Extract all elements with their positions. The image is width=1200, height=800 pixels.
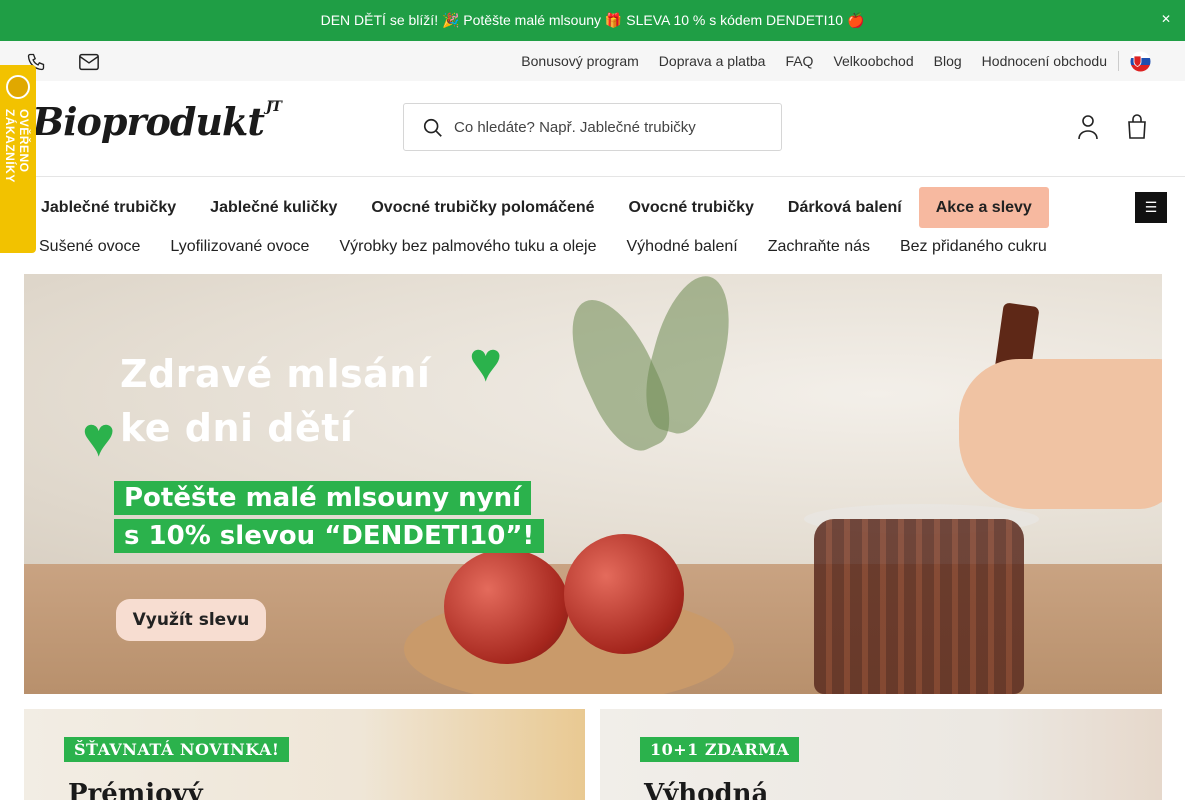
logo-text: Bioprodukt <box>32 99 265 144</box>
apple-image <box>564 534 684 654</box>
search-box <box>403 103 782 151</box>
link-shipping-payment[interactable]: Doprava a platba <box>659 53 766 69</box>
primary-nav: Jablečné trubičky Jablečné kuličky Ovocn… <box>24 187 1049 228</box>
nav-dried-fruit[interactable]: Sušené ovoce <box>24 238 155 256</box>
link-shop-reviews[interactable]: Hodnocení obchodu <box>982 53 1107 69</box>
hero-tagline-2: s 10% slevou “DENDETI10”! <box>114 519 545 553</box>
utility-bar: Bonusový program Doprava a platba FAQ Ve… <box>0 41 1185 81</box>
promo-banner-10-plus-1[interactable]: 10+1 ZDARMA Výhodná <box>600 709 1162 800</box>
flag-sk-icon[interactable] <box>1130 51 1151 77</box>
nav-fruit-tubes[interactable]: Ovocné trubičky <box>612 187 771 228</box>
close-icon[interactable]: ✕ <box>1161 12 1171 26</box>
link-wholesale[interactable]: Velkoobchod <box>833 53 913 69</box>
hero-title-line2: ke dni dětí <box>120 406 354 450</box>
link-bonus-program[interactable]: Bonusový program <box>521 53 639 69</box>
menu-toggle-button[interactable]: ☰ <box>1135 192 1167 223</box>
divider <box>1118 51 1119 71</box>
link-blog[interactable]: Blog <box>934 53 962 69</box>
apple-image <box>444 549 569 664</box>
utility-links: Bonusový program Doprava a platba FAQ Ve… <box>501 41 1107 81</box>
jar-of-fruit-tubes-image <box>814 519 1024 694</box>
logo-suffix: JT <box>265 99 282 115</box>
promo-title: Výhodná <box>644 779 769 800</box>
verified-customers-badge[interactable]: OVĚŘENO ZÁKAZNÍKY <box>0 65 36 253</box>
secondary-nav: Sušené ovoce Lyofilizované ovoce Výrobky… <box>24 232 1062 262</box>
site-header: Bioprodukt JT <box>0 81 1185 177</box>
cart-icon[interactable] <box>1126 114 1148 145</box>
hero-banner[interactable]: Zdravé mlsání ♥ ♥ ke dni dětí Potěšte ma… <box>24 274 1162 694</box>
promo-banner-new-product[interactable]: ŠŤAVNATÁ NOVINKA! Prémiový <box>24 709 585 800</box>
nav-freeze-dried-fruit[interactable]: Lyofilizované ovoce <box>155 238 324 256</box>
nav-apple-balls[interactable]: Jablečné kuličky <box>193 187 354 228</box>
announcement-text: DEN DĚTÍ se blíží! 🎉 Potěšte malé mlsoun… <box>320 12 865 28</box>
announcement-bar: DEN DĚTÍ se blíží! 🎉 Potěšte malé mlsoun… <box>0 0 1185 41</box>
hero-tagline-1: Potěšte malé mlsouny nyní <box>114 481 532 515</box>
mail-icon[interactable] <box>78 52 100 77</box>
badge-label: OVĚŘENO ZÁKAZNÍKY <box>3 109 31 183</box>
heart-icon: ♥ <box>469 330 503 393</box>
nav-half-dipped-fruit-tubes[interactable]: Ovocné trubičky polomáčené <box>354 187 611 228</box>
nav-palm-oil-free[interactable]: Výrobky bez palmového tuku a oleje <box>324 238 611 256</box>
user-icon[interactable] <box>1077 114 1099 145</box>
promo-title: Prémiový <box>68 779 203 800</box>
nav-apple-tubes[interactable]: Jablečné trubičky <box>24 187 193 228</box>
promo-label: ŠŤAVNATÁ NOVINKA! <box>64 737 290 762</box>
search-input[interactable] <box>454 104 774 150</box>
search-icon[interactable] <box>422 117 444 144</box>
child-hand-image <box>959 359 1162 509</box>
link-faq[interactable]: FAQ <box>785 53 813 69</box>
nav-save-us[interactable]: Zachraňte nás <box>753 238 885 256</box>
heart-icon: ♥ <box>82 405 116 468</box>
hero-title-line1: Zdravé mlsání <box>120 352 431 396</box>
nav-gift-packs[interactable]: Dárková balení <box>771 187 919 228</box>
nav-value-packs[interactable]: Výhodné balení <box>612 238 753 256</box>
logo[interactable]: Bioprodukt JT <box>32 99 282 144</box>
nav-no-added-sugar[interactable]: Bez přidaného cukru <box>885 238 1062 256</box>
promo-label: 10+1 ZDARMA <box>640 737 800 762</box>
nav-sales[interactable]: Akce a slevy <box>918 187 1049 228</box>
heureka-seal-icon <box>6 75 30 99</box>
use-discount-button[interactable]: Využít slevu <box>116 599 266 641</box>
